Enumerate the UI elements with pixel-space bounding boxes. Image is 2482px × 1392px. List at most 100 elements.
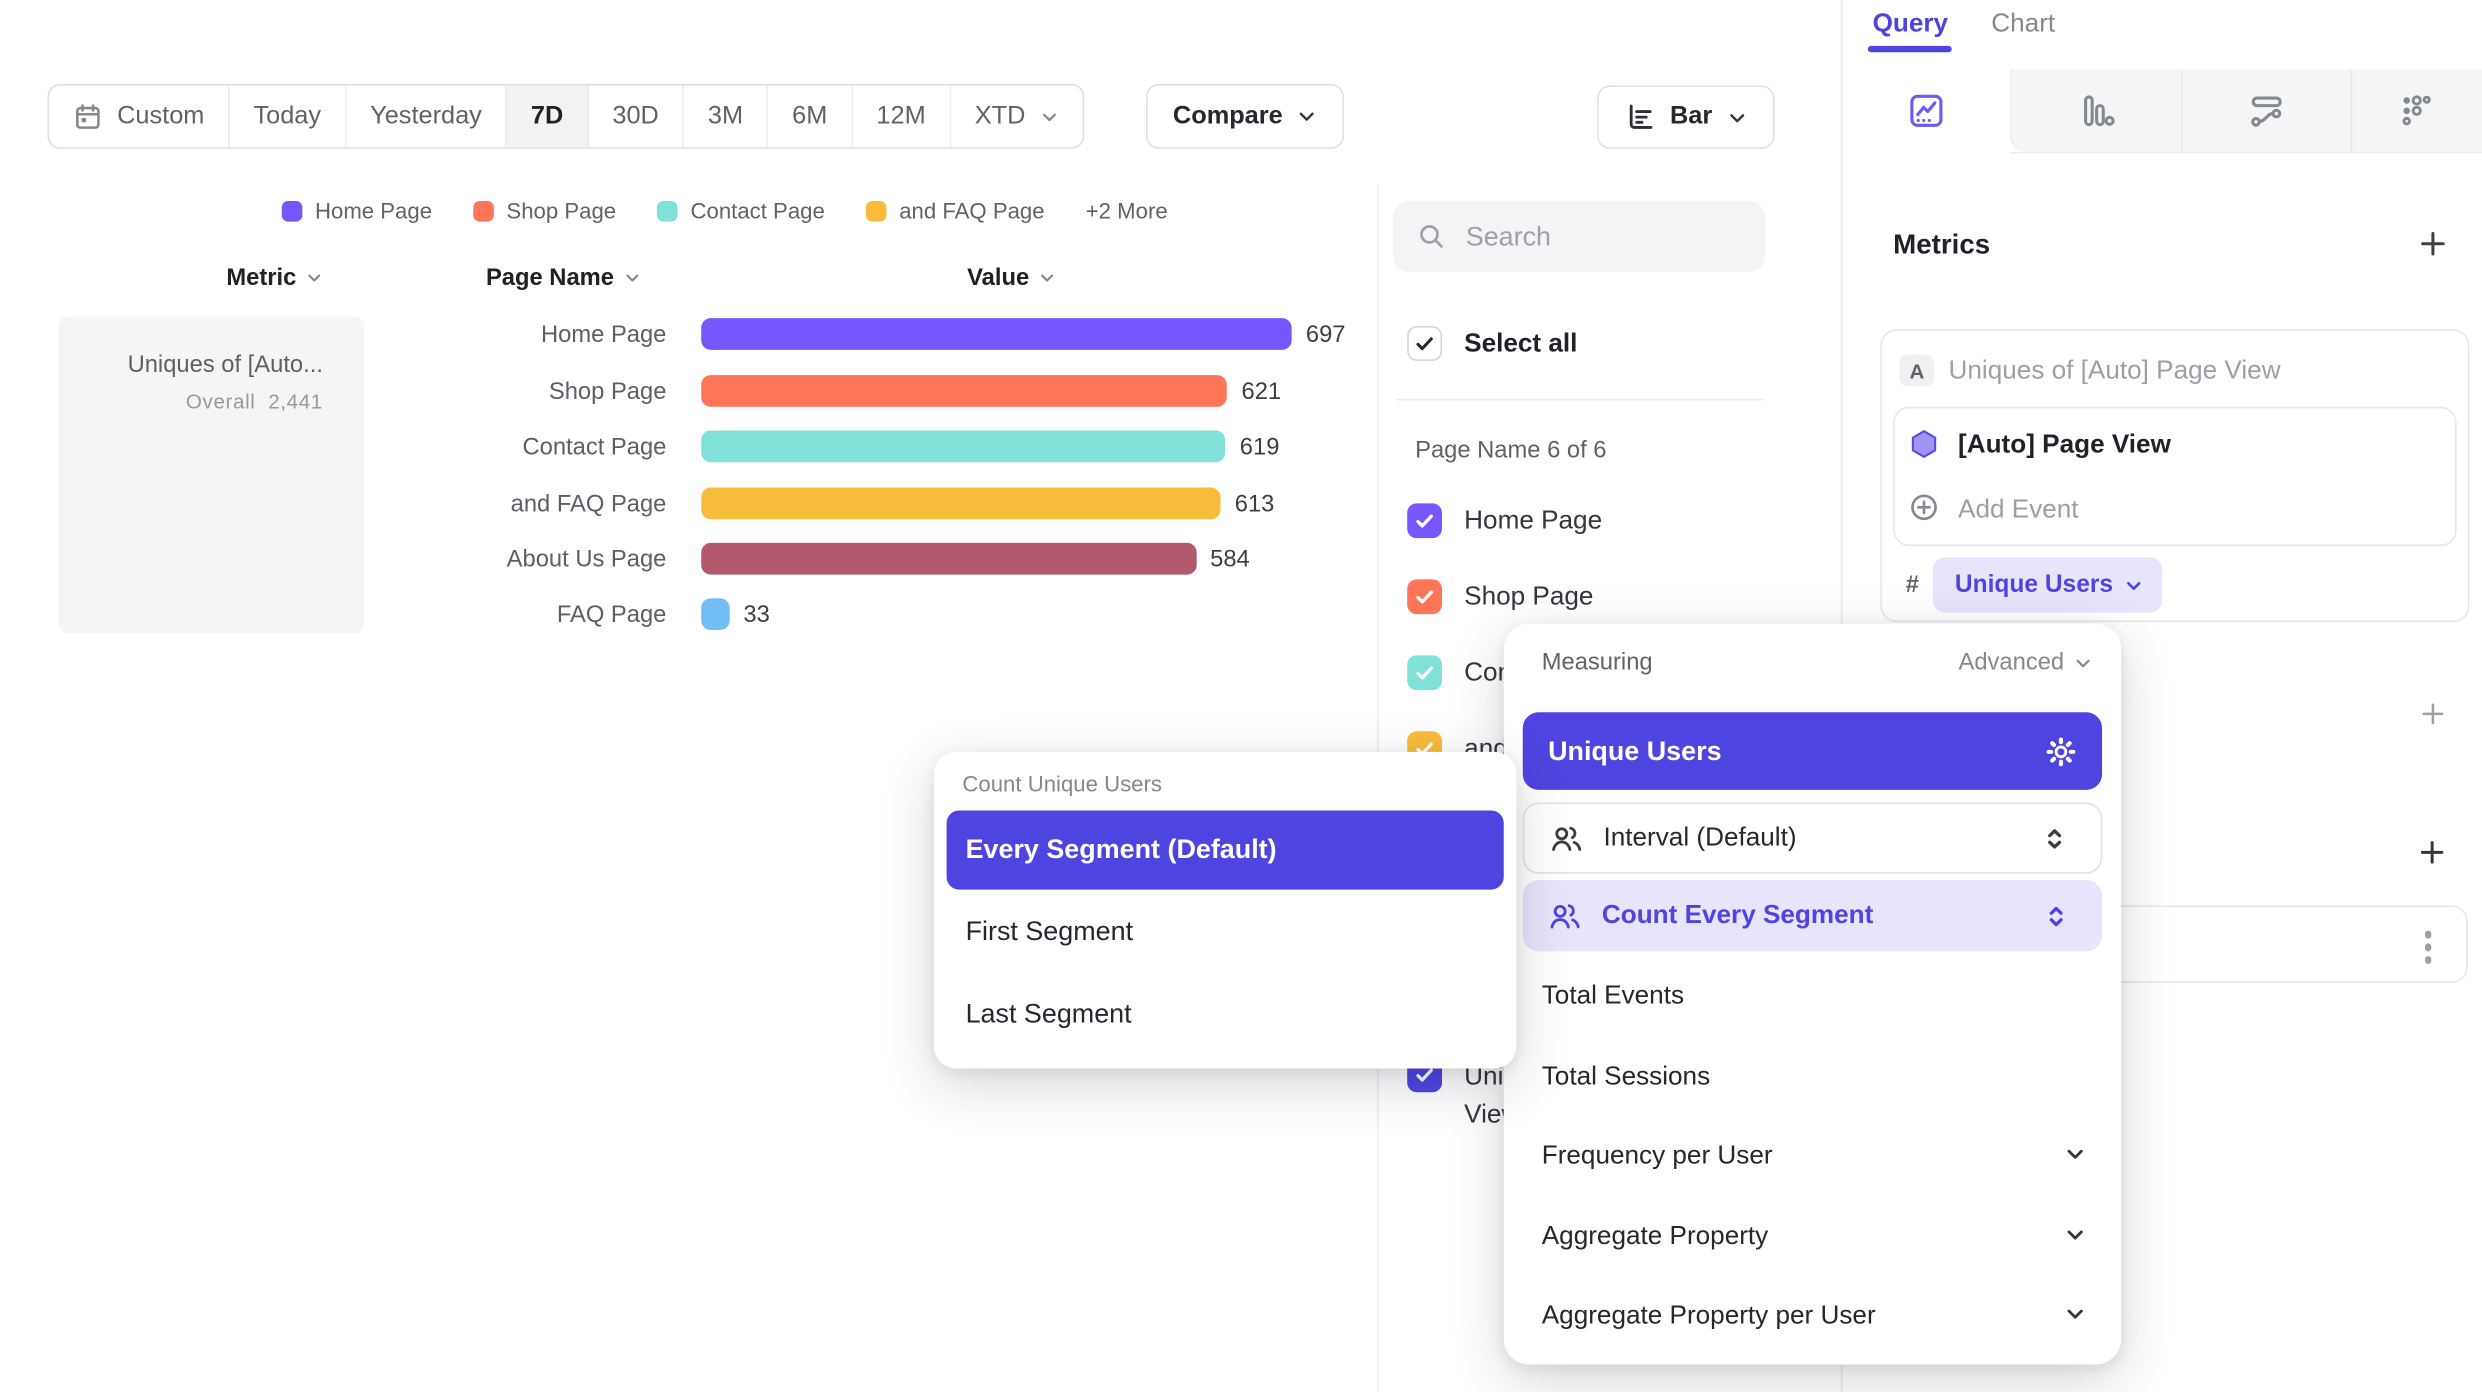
search-box [1393,201,1765,272]
date-range-today[interactable]: Today [230,85,347,147]
date-range-yesterday[interactable]: Yesterday [346,85,507,147]
menu-item-frequency-per-user[interactable]: Frequency per User [1542,1141,1773,1171]
menu-item-first-segment[interactable]: First Segment [966,916,1133,948]
date-range-label: 12M [876,102,925,130]
date-range-3m[interactable]: 3M [684,85,768,147]
filter-item-label: Shop Page [1464,582,1593,612]
measurement-pill[interactable]: Unique Users [1933,557,2162,612]
legend-swatch [473,200,494,221]
users-icon [1548,901,1581,929]
menu-item-label: Unique Users [1548,735,1721,767]
metric-badge: A [1899,355,1934,387]
date-range-7d[interactable]: 7D [507,85,588,147]
tab-chart[interactable]: Chart [1991,9,2055,39]
date-range-label: Today [253,102,321,130]
chart-row: and FAQ Page 613 [364,488,1274,520]
chevron-down-icon [306,269,323,286]
bar[interactable] [701,598,729,630]
menu-item-every-segment[interactable]: Every Segment (Default) [947,810,1504,889]
menu-item-aggregate-property-per-user[interactable]: Aggregate Property per User [1542,1301,1876,1331]
chart-type-label: Bar [1670,103,1712,131]
bar-category-label: About Us Page [364,545,666,572]
filter-group-label: Page Name 6 of 6 [1415,437,1606,464]
menu-item-aggregate-property[interactable]: Aggregate Property [1542,1222,1769,1252]
measurement-pill-label: Unique Users [1955,571,2113,599]
legend-swatch [282,200,303,221]
add-event-button[interactable]: Add Event [1958,495,2079,525]
bar-category-label: FAQ Page [364,601,666,628]
column-header-page-name[interactable]: Page Name [486,264,641,291]
bar[interactable] [701,543,1196,575]
bar[interactable] [701,431,1225,463]
select-all-row[interactable]: Select all [1407,326,1577,361]
legend-swatch [866,200,887,221]
tab-query[interactable]: Query [1873,9,1948,39]
date-range-12m[interactable]: 12M [853,85,951,147]
chevron-down-icon [1297,106,1318,127]
chevron-down-icon [1040,107,1059,126]
date-range-label: 6M [792,102,827,130]
users-icon [1550,824,1583,852]
legend-item[interactable]: and FAQ Page [866,198,1045,223]
bar-category-label: Contact Page [364,433,666,460]
compare-button[interactable]: Compare [1146,84,1344,149]
filter-item-home-page[interactable]: Home Page [1407,503,1602,538]
tab-insights[interactable] [1842,70,2010,152]
divider [1396,399,1763,401]
add-metric-button[interactable] [2419,230,2447,258]
metrics-section-title: Metrics [1893,228,1990,261]
bar[interactable] [701,318,1291,350]
menu-item-unique-users[interactable]: Unique Users [1523,712,2102,790]
select-all-checkbox[interactable] [1407,326,1442,361]
advanced-label: Advanced [1958,649,2064,676]
tab-retention[interactable] [2351,70,2482,152]
bar-chart-icon [1624,101,1656,133]
checkbox-checked[interactable] [1407,503,1442,538]
chevron-down-icon [2064,1224,2086,1246]
checkbox-checked[interactable] [1407,579,1442,614]
chart-type-button[interactable]: Bar [1597,85,1774,148]
menu-item-count-every-segment[interactable]: Count Every Segment [1523,880,2102,951]
tab-funnels[interactable] [2010,70,2181,152]
column-header-metric[interactable]: Metric [226,264,323,291]
legend-item[interactable]: Home Page [282,198,432,223]
date-range-label: 3M [708,102,743,130]
legend-item[interactable]: Contact Page [657,198,825,223]
menu-item-last-segment[interactable]: Last Segment [966,999,1132,1031]
search-input[interactable] [1466,221,1735,253]
add-filter-button[interactable] [2420,701,2445,726]
legend-item[interactable]: Shop Page [473,198,616,223]
bar[interactable] [701,488,1220,520]
chevron-down-icon [2064,1303,2086,1325]
chevron-down-icon [2074,653,2093,672]
menu-item-total-sessions[interactable]: Total Sessions [1542,1062,1710,1092]
bar-category-label: Home Page [364,321,666,348]
add-breakdown-button[interactable] [2419,839,2446,866]
app-window: Custom Today Yesterday 7D 30D 3M 6M 12M … [0,0,2482,1392]
date-range-xtd[interactable]: XTD [951,85,1082,147]
metric-cell[interactable]: Uniques of [Auto... Overall 2,441 [59,317,364,634]
filter-item-label: Home Page [1464,506,1602,536]
chevron-down-icon [2124,575,2143,594]
checkbox-checked[interactable] [1407,655,1442,690]
chart-row: FAQ Page 33 [364,598,770,630]
filter-item-shop-page[interactable]: Shop Page [1407,579,1593,614]
bar[interactable] [701,375,1227,407]
menu-item-label: Every Segment (Default) [966,834,1277,866]
gear-icon[interactable] [2045,735,2077,767]
chart-legend: Home Page Shop Page Contact Page and FAQ… [282,198,1168,223]
date-range-6m[interactable]: 6M [768,85,852,147]
legend-more[interactable]: +2 More [1086,198,1168,223]
date-range-label: 30D [612,102,658,130]
menu-item-interval[interactable]: Interval (Default) [1523,803,2102,874]
column-header-value[interactable]: Value [967,264,1056,291]
date-range-custom[interactable]: Custom [49,85,230,147]
advanced-dropdown[interactable]: Advanced [1958,649,2092,676]
date-range-30d[interactable]: 30D [589,85,685,147]
menu-item-total-events[interactable]: Total Events [1542,981,1684,1011]
tab-flows[interactable] [2181,70,2350,152]
legend-label: Shop Page [506,198,616,223]
kebab-menu-icon[interactable] [2424,931,2431,963]
event-name[interactable]: [Auto] Page View [1958,431,2171,461]
search-icon [1417,222,1447,252]
